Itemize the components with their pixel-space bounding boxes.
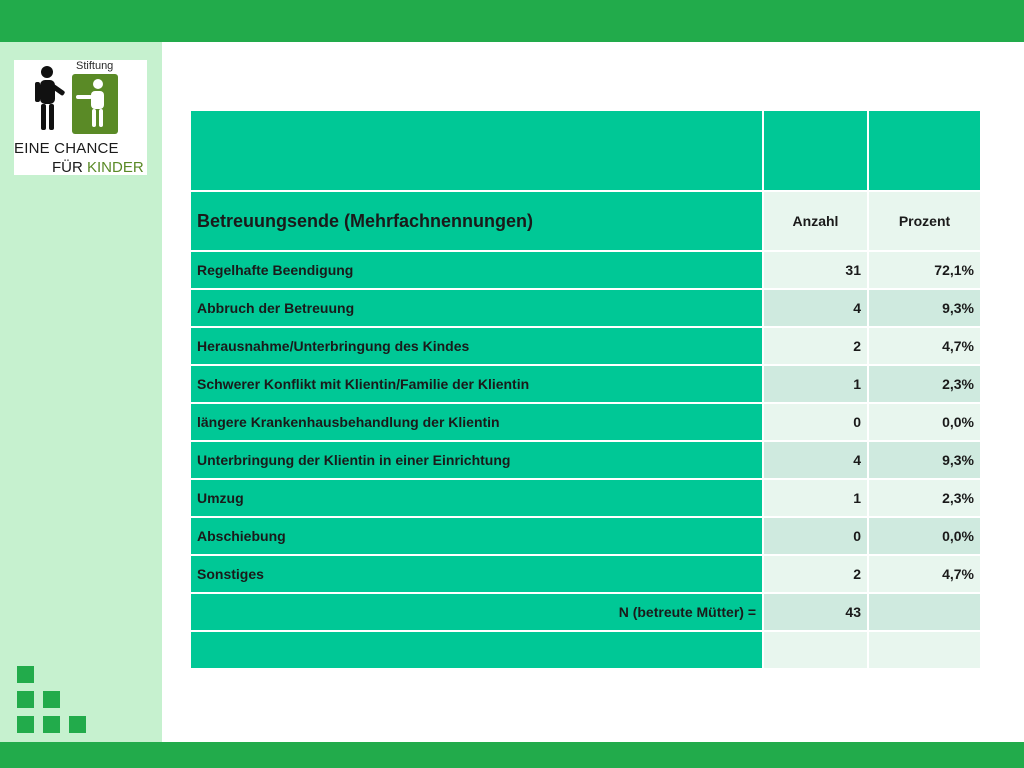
adult-figure-icon [35, 66, 65, 130]
row-percent: 9,3% [867, 440, 982, 480]
table-row: Umzug 1 2,3% [189, 478, 982, 518]
decor-square [43, 691, 60, 708]
row-label: längere Krankenhausbehandlung der Klient… [189, 402, 764, 442]
row-label: Regelhafte Beendigung [189, 250, 764, 290]
decor-square [43, 716, 60, 733]
table-footer-row [189, 630, 982, 670]
column-header-percent: Prozent [867, 190, 982, 252]
table-cell [867, 630, 982, 670]
row-count: 1 [762, 478, 869, 518]
table-row: Abschiebung 0 0,0% [189, 516, 982, 556]
table-row: Regelhafte Beendigung 31 72,1% [189, 250, 982, 290]
table-spacer-row [189, 109, 982, 192]
bottom-bar [0, 742, 1024, 768]
child-figure-icon [76, 79, 104, 127]
row-percent: 2,3% [867, 478, 982, 518]
row-percent: 2,3% [867, 364, 982, 404]
row-count: 2 [762, 554, 869, 594]
decor-square [17, 666, 34, 683]
table-row: Sonstiges 2 4,7% [189, 554, 982, 594]
row-count: 2 [762, 326, 869, 366]
table-cell [867, 109, 982, 192]
table-row: längere Krankenhausbehandlung der Klient… [189, 402, 982, 442]
table-row: Schwerer Konflikt mit Klientin/Familie d… [189, 364, 982, 404]
table-cell [762, 630, 869, 670]
table-row: Abbruch der Betreuung 4 9,3% [189, 288, 982, 328]
table-row: Herausnahme/Unterbringung des Kindes 2 4… [189, 326, 982, 366]
row-label: Umzug [189, 478, 764, 518]
logo-fuer: FÜR [52, 159, 83, 176]
table-header-row: Betreuungsende (Mehrfachnennungen) Anzah… [189, 190, 982, 252]
row-percent: 72,1% [867, 250, 982, 290]
table-cell [189, 109, 764, 192]
logo-stiftung-text: Stiftung [76, 60, 114, 72]
table-cell [762, 109, 869, 192]
row-count: 0 [762, 516, 869, 556]
table-title: Betreuungsende (Mehrfachnennungen) [189, 190, 764, 252]
row-count: 0 [762, 402, 869, 442]
table-row: Unterbringung der Klientin in einer Einr… [189, 440, 982, 480]
row-percent: 4,7% [867, 554, 982, 594]
row-count: 4 [762, 288, 869, 328]
decor-square [17, 716, 34, 733]
decor-square [69, 716, 86, 733]
total-count: 43 [762, 592, 869, 632]
row-label: Abschiebung [189, 516, 764, 556]
row-percent: 4,7% [867, 326, 982, 366]
row-count: 31 [762, 250, 869, 290]
logo: Stiftung EINE CHANCE FÜR KINDER [14, 60, 147, 176]
logo-line2: FÜR KINDER [52, 159, 144, 176]
table-total-row: N (betreute Mütter) = 43 [189, 592, 982, 632]
row-label: Schwerer Konflikt mit Klientin/Familie d… [189, 364, 764, 404]
row-count: 4 [762, 440, 869, 480]
row-label: Sonstiges [189, 554, 764, 594]
top-bar [0, 0, 1024, 42]
row-count: 1 [762, 364, 869, 404]
table-cell [189, 630, 764, 670]
total-label: N (betreute Mütter) = [189, 592, 764, 632]
column-header-count: Anzahl [762, 190, 869, 252]
table-cell [867, 592, 982, 632]
data-table: Betreuungsende (Mehrfachnennungen) Anzah… [189, 109, 982, 670]
row-label: Herausnahme/Unterbringung des Kindes [189, 326, 764, 366]
row-percent: 9,3% [867, 288, 982, 328]
row-percent: 0,0% [867, 516, 982, 556]
row-label: Unterbringung der Klientin in einer Einr… [189, 440, 764, 480]
row-label: Abbruch der Betreuung [189, 288, 764, 328]
decor-square [17, 691, 34, 708]
row-percent: 0,0% [867, 402, 982, 442]
logo-line1: EINE CHANCE [14, 140, 119, 157]
logo-kinder: KINDER [87, 159, 144, 176]
